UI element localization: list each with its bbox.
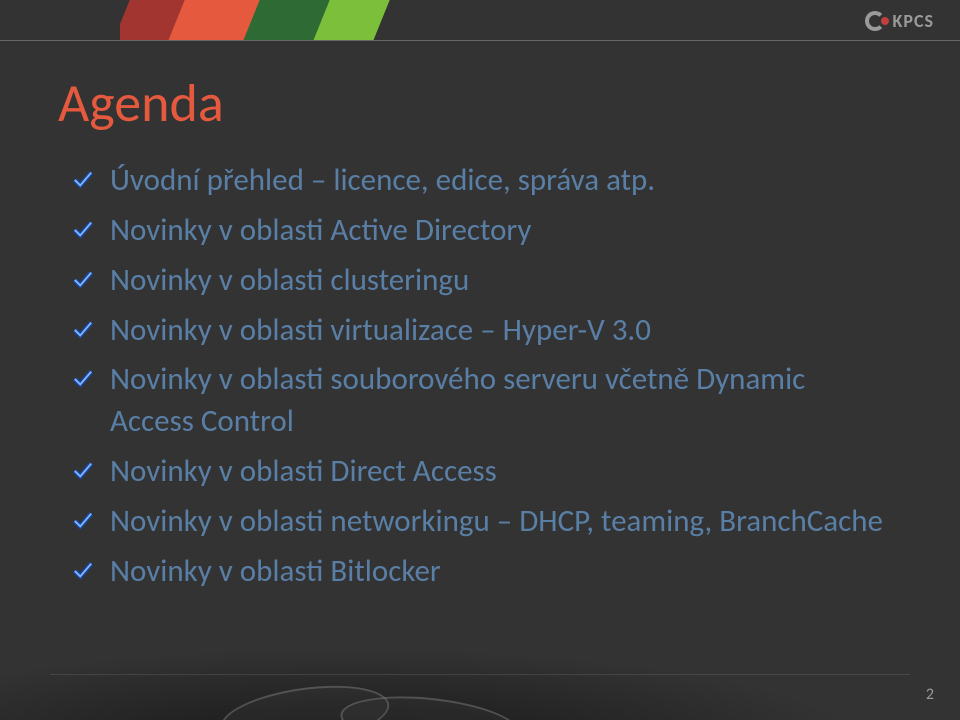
list-item: Novinky v oblasti Direct Access (72, 451, 890, 493)
checkmark-icon (72, 268, 96, 292)
list-item-text: Novinky v oblasti Active Directory (110, 210, 890, 252)
slide-title: Agenda (58, 70, 224, 136)
list-item-text: Novinky v oblasti clusteringu (110, 260, 890, 302)
checkmark-icon (72, 218, 96, 242)
list-item: Novinky v oblasti clusteringu (72, 260, 890, 302)
list-item: Novinky v oblasti souborového serveru vč… (72, 359, 890, 443)
list-item-text: Novinky v oblasti Bitlocker (110, 551, 890, 593)
header-divider (0, 40, 960, 41)
list-item: Novinky v oblasti Bitlocker (72, 551, 890, 593)
list-item: Úvodní přehled – licence, edice, správa … (72, 160, 890, 202)
list-item-text: Úvodní přehled – licence, edice, správa … (110, 160, 890, 202)
list-item-text: Novinky v oblasti souborového serveru vč… (110, 359, 890, 443)
checkmark-icon (72, 367, 96, 391)
checkmark-icon (72, 459, 96, 483)
floor-line-decoration (50, 674, 910, 675)
list-item: Novinky v oblasti networkingu – DHCP, te… (72, 501, 890, 543)
checkmark-icon (72, 168, 96, 192)
bullet-list: Úvodní přehled – licence, edice, správa … (72, 160, 890, 601)
checkmark-icon (72, 318, 96, 342)
logo: KPCS (865, 10, 934, 32)
checkmark-icon (72, 559, 96, 583)
bottom-arcs-decoration (220, 688, 520, 720)
header-stripes (120, 0, 550, 40)
list-item: Novinky v oblasti virtualizace – Hyper-V… (72, 310, 890, 352)
logo-mark-icon (865, 10, 887, 32)
list-item-text: Novinky v oblasti virtualizace – Hyper-V… (110, 310, 890, 352)
checkmark-icon (72, 509, 96, 533)
list-item: Novinky v oblasti Active Directory (72, 210, 890, 252)
logo-text: KPCS (893, 10, 934, 32)
slide: KPCS Agenda Úvodní přehled – licence, ed… (0, 0, 960, 720)
list-item-text: Novinky v oblasti Direct Access (110, 451, 890, 493)
list-item-text: Novinky v oblasti networkingu – DHCP, te… (110, 501, 890, 543)
